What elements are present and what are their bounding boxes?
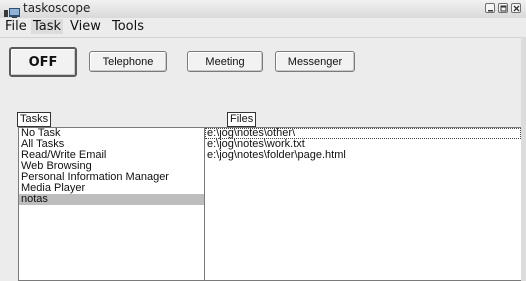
window-edge bbox=[521, 37, 526, 281]
files-list[interactable]: e:\jog\notes\other\ e:\jog\notes\work.tx… bbox=[204, 127, 522, 281]
menu-view[interactable]: View bbox=[68, 19, 103, 34]
messenger-button[interactable]: Messenger bbox=[275, 51, 355, 72]
title-bar[interactable]: taskoscope bbox=[0, 0, 526, 19]
telephone-button[interactable]: Telephone bbox=[89, 51, 167, 72]
off-button[interactable]: OFF bbox=[9, 47, 77, 77]
maximize-icon bbox=[500, 5, 507, 12]
list-item-selected[interactable]: notas bbox=[19, 194, 204, 205]
menu-task[interactable]: Task bbox=[31, 19, 64, 34]
maximize-button[interactable] bbox=[498, 3, 508, 13]
menu-file[interactable]: File bbox=[3, 19, 29, 34]
list-item[interactable]: e:\jog\notes\folder\page.html bbox=[205, 150, 521, 161]
minimize-icon bbox=[488, 10, 493, 12]
app-window: taskoscope File Task View Tools OFF Tele… bbox=[0, 0, 526, 281]
window-title: taskoscope bbox=[23, 1, 91, 15]
minimize-button[interactable] bbox=[485, 3, 495, 13]
menu-tools[interactable]: Tools bbox=[110, 19, 146, 34]
tasks-list[interactable]: No Task All Tasks Read/Write Email Web B… bbox=[18, 127, 205, 281]
meeting-button[interactable]: Meeting bbox=[187, 51, 263, 72]
tasks-label: Tasks bbox=[17, 112, 52, 127]
app-icon bbox=[4, 4, 20, 19]
menu-bar: File Task View Tools bbox=[0, 18, 526, 38]
files-label: Files bbox=[227, 112, 257, 127]
close-button[interactable] bbox=[511, 3, 521, 13]
close-icon bbox=[513, 5, 520, 12]
